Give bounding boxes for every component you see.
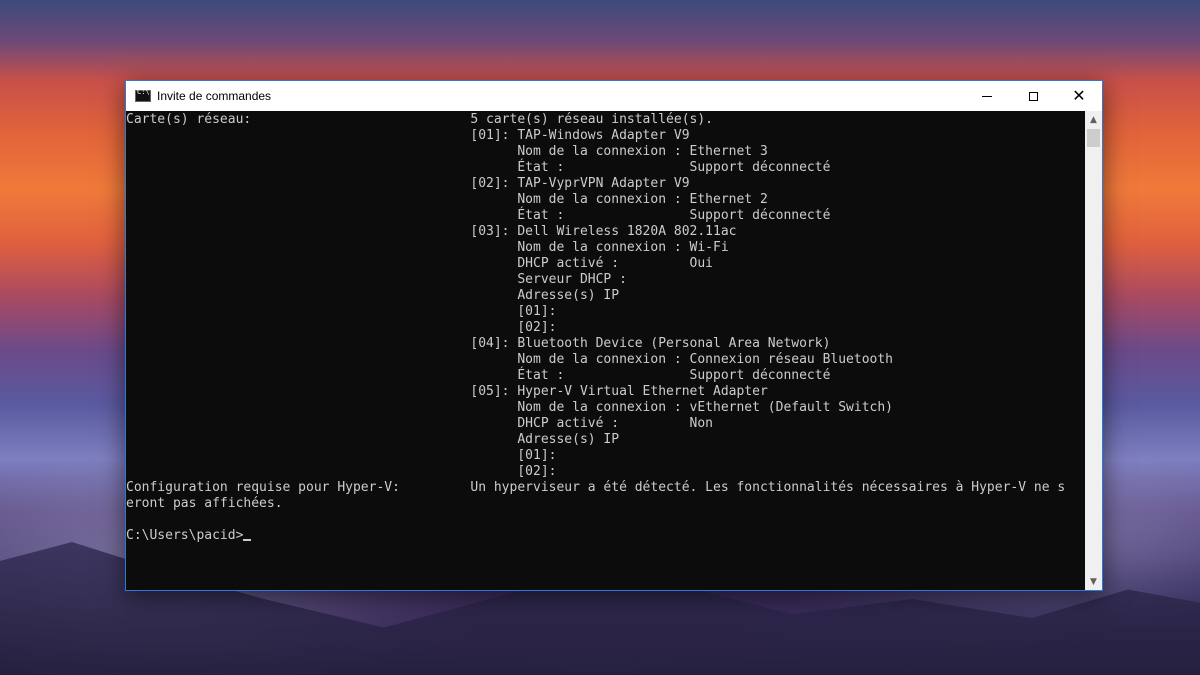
- console-line: État : Support déconnecté: [126, 160, 831, 175]
- console-line: [03]: Dell Wireless 1820A 802.11ac: [126, 224, 737, 239]
- console-line: [01]: TAP-Windows Adapter V9: [126, 128, 690, 143]
- console-line: Adresse(s) IP: [126, 432, 620, 447]
- console-line: [01]:: [126, 304, 557, 319]
- cmd-app-icon: [135, 88, 151, 102]
- scroll-down-button[interactable]: ▼: [1085, 573, 1102, 590]
- console-line: [02]: TAP-VyprVPN Adapter V9: [126, 176, 690, 191]
- console-line: Nom de la connexion : Ethernet 2: [126, 192, 768, 207]
- console-line: DHCP activé : Oui: [126, 256, 713, 271]
- maximize-button[interactable]: [1010, 81, 1056, 111]
- console-line: DHCP activé : Non: [126, 416, 713, 431]
- close-button[interactable]: ✕: [1056, 81, 1102, 111]
- console-line: [02]:: [126, 464, 557, 479]
- console-line: État : Support déconnecté: [126, 208, 831, 223]
- console-line: [04]: Bluetooth Device (Personal Area Ne…: [126, 336, 831, 351]
- window-title: Invite de commandes: [157, 89, 272, 103]
- minimize-button[interactable]: [964, 81, 1010, 111]
- console-line: Adresse(s) IP: [126, 288, 620, 303]
- scrollbar-thumb[interactable]: [1087, 129, 1100, 147]
- console-line: [01]:: [126, 448, 557, 463]
- console-line: [02]:: [126, 320, 557, 335]
- console-line: Nom de la connexion : Ethernet 3: [126, 144, 768, 159]
- scroll-down-icon: ▼: [1090, 576, 1097, 587]
- console-line: Nom de la connexion : Wi-Fi: [126, 240, 729, 255]
- console-line: Carte(s) réseau: 5 carte(s) réseau insta…: [126, 112, 713, 127]
- console-output[interactable]: Carte(s) réseau: 5 carte(s) réseau insta…: [126, 111, 1086, 590]
- command-prompt-window[interactable]: Invite de commandes ✕ Carte(s) réseau: 5…: [125, 80, 1103, 591]
- title-bar[interactable]: Invite de commandes ✕: [126, 81, 1102, 111]
- close-icon: ✕: [1072, 86, 1086, 105]
- scroll-up-button[interactable]: ▲: [1085, 111, 1102, 128]
- text-cursor: [243, 539, 252, 541]
- console-line: [05]: Hyper-V Virtual Ethernet Adapter: [126, 384, 768, 399]
- console-line: Configuration requise pour Hyper-V: Un h…: [126, 480, 1066, 495]
- console-line: Nom de la connexion : vEthernet (Default…: [126, 400, 894, 415]
- window-controls: ✕: [964, 81, 1102, 111]
- console-line: État : Support déconnecté: [126, 368, 831, 383]
- console-text: Carte(s) réseau: 5 carte(s) réseau insta…: [126, 112, 1086, 544]
- vertical-scrollbar[interactable]: ▲ ▼: [1085, 111, 1102, 590]
- console-line: eront pas affichées.: [126, 496, 283, 511]
- scroll-up-icon: ▲: [1090, 114, 1097, 125]
- minimize-icon: [982, 95, 992, 97]
- command-prompt[interactable]: C:\Users\pacid>: [126, 528, 243, 543]
- console-line: Nom de la connexion : Connexion réseau B…: [126, 352, 894, 367]
- console-line: Serveur DHCP :: [126, 272, 627, 287]
- maximize-icon: [1028, 91, 1038, 101]
